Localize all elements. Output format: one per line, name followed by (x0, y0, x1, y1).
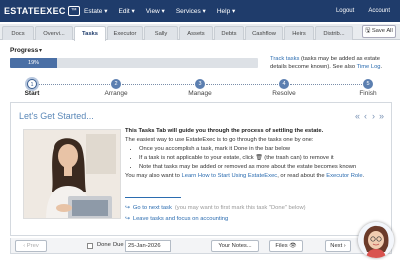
nav-menu-item[interactable]: Edit ▾ (119, 7, 135, 15)
woman-with-laptop-image (24, 130, 120, 218)
brand-logo[interactable]: ESTATEEXEC ™ (4, 4, 80, 18)
assistant-face-icon (358, 222, 394, 258)
step-label[interactable]: Arrange (96, 90, 136, 97)
due-label: Due (113, 242, 124, 248)
progress-note: Track tasks (tasks may be added as estat… (270, 56, 396, 71)
nav-menu-item[interactable]: Estate ▾ (84, 7, 108, 15)
step-marker[interactable]: 1 (27, 79, 37, 89)
guide-bullets: Once you accomplish a task, mark it Done… (139, 145, 387, 172)
tab-item[interactable]: Debts (214, 26, 244, 40)
step-label[interactable]: Resolve (264, 90, 304, 97)
next-task-icon[interactable]: › (370, 111, 377, 121)
main-menu: Estate ▾ Edit ▾ View ▾ Services ▾ Help ▾ (84, 0, 246, 22)
due-date-input[interactable]: 25-Jan-2026 (125, 240, 171, 252)
tab-item[interactable]: Docs (2, 26, 34, 40)
task-action-bar: ‹ Prev Done Due 25-Jan-2026 Your Notes..… (10, 238, 392, 254)
step-marker[interactable]: 5 (363, 79, 373, 89)
also-mid: , or read about the (277, 173, 327, 179)
arrow-link-icon: ↪ (125, 216, 130, 222)
nav-menu-item[interactable]: Help ▾ (217, 7, 235, 15)
goto-next-link[interactable]: Go to next task (133, 205, 172, 211)
nav-menu-item[interactable]: View ▾ (146, 7, 165, 15)
leave-tasks-row[interactable]: ↪ Leave tasks and focus on accounting (125, 216, 228, 222)
guide-heading: This Tasks Tab will guide you through th… (125, 128, 324, 134)
save-icon: 🖫 (365, 28, 371, 34)
step-marker[interactable]: 4 (279, 79, 289, 89)
guide-intro: The easiest way to use EstateExec is to … (125, 137, 314, 143)
tab-item[interactable]: Tasks (74, 26, 106, 41)
first-task-icon[interactable]: « (354, 111, 361, 121)
track-tasks-link[interactable]: Track tasks (270, 56, 299, 62)
progress-bar: 19% (10, 58, 258, 68)
learn-start-link[interactable]: Learn How to Start Using EstateExec (182, 173, 278, 179)
tab-item[interactable]: Assets (179, 26, 213, 40)
step-label[interactable]: Manage (180, 90, 220, 97)
nav-menu-item[interactable]: Services ▾ (176, 7, 206, 15)
step-marker[interactable]: 2 (111, 79, 121, 89)
account-link[interactable]: Account (368, 8, 390, 14)
progress-note-end: . (380, 63, 383, 70)
save-all-button[interactable]: 🖫 Save All (362, 25, 396, 38)
guide-text: This Tasks Tab will guide you through th… (125, 127, 387, 181)
step-label[interactable]: Finish (348, 90, 388, 97)
tab-item[interactable]: Sally (144, 26, 178, 40)
done-label: Done (97, 242, 111, 248)
progress-collapse-icon[interactable]: ▾ (39, 47, 42, 54)
tab-item[interactable]: Cashflow (245, 26, 283, 40)
your-notes-button[interactable]: Your Notes... (211, 240, 259, 252)
stepper-connector (290, 84, 362, 85)
stepper-connector (122, 84, 194, 85)
leave-tasks-link[interactable]: Leave tasks and focus on accounting (133, 216, 228, 222)
stepper-connector (38, 84, 110, 85)
time-log-link[interactable]: Time Log (357, 64, 381, 70)
step-label[interactable]: Start (12, 90, 52, 97)
guide-bullet: Note that tasks may be added or removed … (139, 163, 387, 172)
guide-photo (23, 129, 121, 219)
prev-button[interactable]: ‹ Prev (15, 240, 47, 252)
arrow-link-icon: ↪ (125, 205, 130, 211)
stepper-connector (206, 84, 278, 85)
logout-link[interactable]: Logout (336, 8, 354, 14)
goto-next-row[interactable]: ↪ Go to next task (you may want to first… (125, 205, 306, 211)
guide-also: You may also want to Learn How to Start … (125, 172, 387, 181)
assistant-avatar[interactable] (358, 222, 394, 258)
tab-item[interactable]: Heirs (284, 26, 314, 40)
progress-heading: Progress (10, 47, 39, 54)
top-navbar: ESTATEEXEC ™ Estate ▾ Edit ▾ View ▾ Service… (0, 0, 400, 22)
tab-item[interactable]: Overvi... (35, 26, 73, 40)
guide-bullet: Once you accomplish a task, mark it Done… (139, 145, 387, 154)
also-prefix: You may also want to (125, 173, 182, 179)
task-panel: Let's Get Started... «‹ ›» This Tasks Tab… (10, 102, 392, 236)
also-end: . (362, 173, 365, 179)
brand-badge: ™ (67, 6, 80, 16)
task-pager: «‹ ›» (354, 111, 385, 121)
files-button[interactable]: Files 👁 (269, 240, 303, 252)
task-title: Let's Get Started... (19, 111, 94, 121)
next-button[interactable]: Next › (325, 240, 351, 252)
tab-item[interactable]: Executor (107, 26, 143, 40)
done-checkbox[interactable] (87, 243, 93, 249)
guide-bullet: If a task is not applicable to your esta… (139, 154, 387, 163)
phase-stepper: 1 Start 2 Arrange 3 Manage 4 Resolve 5 Finish (0, 76, 400, 100)
step-marker[interactable]: 3 (195, 79, 205, 89)
account-links: Logout Account (322, 0, 390, 22)
prev-task-icon[interactable]: ‹ (362, 111, 369, 121)
last-task-icon[interactable]: » (378, 111, 385, 121)
progress-bar-fill: 19% (10, 58, 58, 68)
goto-next-hint: (you may want to first mark this task "D… (174, 205, 306, 211)
tab-item[interactable]: Distrib... (315, 26, 353, 40)
brand-name: ESTATEEXEC (4, 6, 66, 16)
section-tabs: 🖫 Save All Docs Overvi... Tasks Executor Sal… (0, 24, 400, 41)
save-all-label: Save All (371, 28, 393, 34)
divider (125, 197, 181, 198)
executor-role-link[interactable]: Executor Role (326, 173, 362, 179)
